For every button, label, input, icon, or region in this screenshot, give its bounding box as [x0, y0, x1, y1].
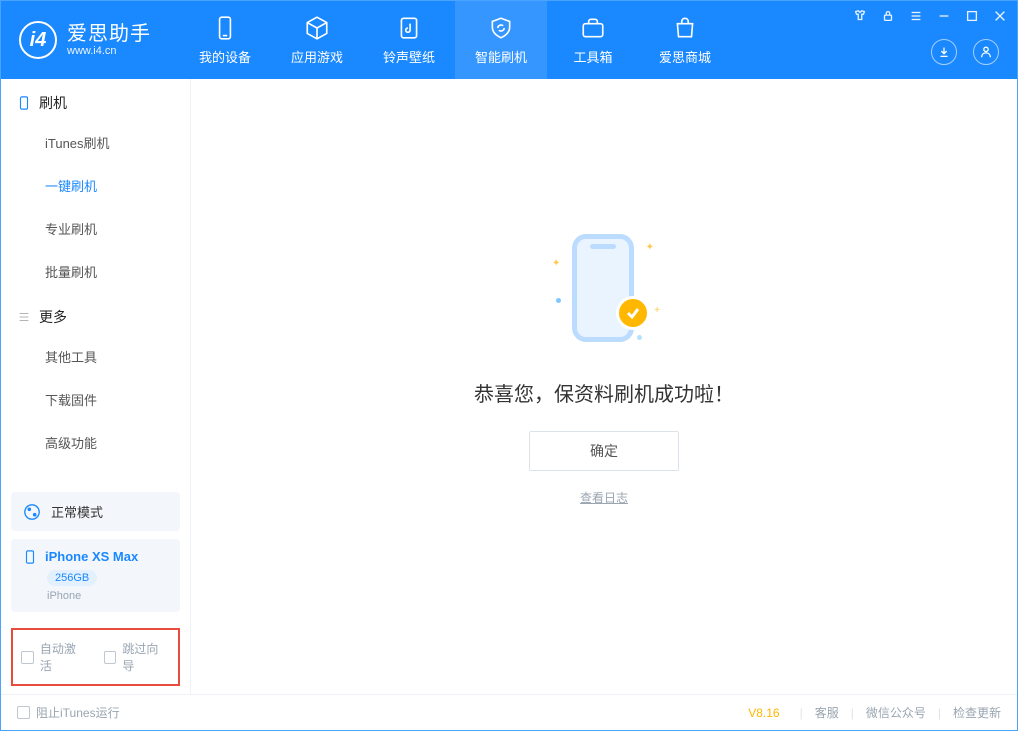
nav-store[interactable]: 爱思商城 [639, 1, 731, 79]
refresh-shield-icon [488, 15, 514, 41]
device-card[interactable]: iPhone XS Max 256GB iPhone [11, 539, 180, 612]
checkbox-box-icon [104, 651, 117, 664]
nav-smart-flash[interactable]: 智能刷机 [455, 1, 547, 79]
sparkle-icon: + [654, 305, 660, 316]
window-controls [853, 9, 1007, 23]
phone-icon [212, 15, 238, 41]
dot-icon [556, 298, 561, 303]
checkbox-label: 自动激活 [40, 640, 88, 674]
sparkle-icon: ✦ [646, 242, 654, 253]
minimize-icon[interactable] [937, 9, 951, 23]
sidebar-item-download-firmware[interactable]: 下载固件 [1, 378, 190, 421]
list-icon [17, 310, 31, 324]
close-icon[interactable] [993, 9, 1007, 23]
view-log-link[interactable]: 查看日志 [580, 489, 628, 506]
logo-area: i4 爱思助手 www.i4.cn [1, 1, 169, 79]
checkbox-label: 阻止iTunes运行 [36, 704, 120, 721]
sidebar: 刷机 iTunes刷机 一键刷机 专业刷机 批量刷机 更多 其他工具 下载固件 … [1, 79, 191, 694]
main-nav: 我的设备 应用游戏 铃声壁纸 智能刷机 工具箱 爱思商城 [179, 1, 731, 79]
app-body: 刷机 iTunes刷机 一键刷机 专业刷机 批量刷机 更多 其他工具 下载固件 … [1, 79, 1017, 694]
checkbox-box-icon [21, 651, 34, 664]
sparkle-icon: ✦ [552, 258, 560, 269]
toolbox-icon [580, 15, 606, 41]
device-type: iPhone [47, 590, 168, 602]
section-title: 更多 [39, 307, 67, 327]
cube-icon [304, 15, 330, 41]
checkmark-badge-icon [616, 296, 650, 330]
menu-icon[interactable] [909, 9, 923, 23]
highlighted-options-row: 自动激活 跳过向导 [11, 628, 180, 686]
mode-label: 正常模式 [51, 502, 103, 521]
footer-link-support[interactable]: 客服 [815, 704, 839, 721]
user-icon[interactable] [973, 39, 999, 65]
nav-label: 工具箱 [573, 47, 612, 66]
download-icon[interactable] [931, 39, 957, 65]
main-content: ✦ ✦ + 恭喜您，保资料刷机成功啦！ 确定 查看日志 [191, 79, 1017, 694]
version-label: V8.16 [748, 706, 779, 720]
section-title: 刷机 [39, 93, 67, 113]
checkbox-block-itunes[interactable]: 阻止iTunes运行 [17, 704, 120, 721]
app-url: www.i4.cn [67, 45, 151, 57]
sidebar-item-advanced[interactable]: 高级功能 [1, 421, 190, 464]
ok-button[interactable]: 确定 [529, 431, 679, 471]
nav-label: 应用游戏 [291, 47, 343, 66]
header-right-icons [931, 39, 999, 65]
bag-icon [672, 15, 698, 41]
nav-ringtone-wallpaper[interactable]: 铃声壁纸 [363, 1, 455, 79]
status-bar: 阻止iTunes运行 V8.16 | 客服 | 微信公众号 | 检查更新 [1, 694, 1017, 730]
phone-small-icon [17, 96, 31, 110]
dot-icon [637, 335, 642, 340]
device-capacity: 256GB [47, 570, 97, 586]
nav-label: 我的设备 [199, 47, 251, 66]
sidebar-section-more: 更多 [1, 293, 190, 335]
sidebar-section-flash: 刷机 [1, 79, 190, 121]
success-illustration: ✦ ✦ + [544, 228, 664, 348]
device-phone-icon [23, 550, 37, 564]
footer-link-wechat[interactable]: 微信公众号 [866, 704, 926, 721]
lock-icon[interactable] [881, 9, 895, 23]
logo-icon: i4 [19, 21, 57, 59]
sidebar-item-oneclick-flash[interactable]: 一键刷机 [1, 164, 190, 207]
sidebar-item-itunes-flash[interactable]: iTunes刷机 [1, 121, 190, 164]
nav-apps-games[interactable]: 应用游戏 [271, 1, 363, 79]
music-file-icon [396, 15, 422, 41]
nav-label: 爱思商城 [659, 47, 711, 66]
checkbox-box-icon [17, 706, 30, 719]
maximize-icon[interactable] [965, 9, 979, 23]
mode-icon [23, 503, 41, 521]
checkbox-label: 跳过向导 [122, 640, 170, 674]
nav-label: 铃声壁纸 [383, 47, 435, 66]
nav-my-device[interactable]: 我的设备 [179, 1, 271, 79]
sidebar-item-batch-flash[interactable]: 批量刷机 [1, 250, 190, 293]
app-title: 爱思助手 [67, 23, 151, 45]
device-name: iPhone XS Max [45, 549, 138, 564]
tshirt-icon[interactable] [853, 9, 867, 23]
mode-card[interactable]: 正常模式 [11, 492, 180, 531]
app-header: i4 爱思助手 www.i4.cn 我的设备 应用游戏 铃声壁纸 智能刷机 工具… [1, 1, 1017, 79]
checkbox-skip-guide[interactable]: 跳过向导 [104, 640, 171, 674]
footer-link-update[interactable]: 检查更新 [953, 704, 1001, 721]
nav-label: 智能刷机 [475, 47, 527, 66]
checkbox-auto-activate[interactable]: 自动激活 [21, 640, 88, 674]
sidebar-item-pro-flash[interactable]: 专业刷机 [1, 207, 190, 250]
nav-toolbox[interactable]: 工具箱 [547, 1, 639, 79]
success-message: 恭喜您，保资料刷机成功啦！ [474, 378, 734, 407]
sidebar-item-other-tools[interactable]: 其他工具 [1, 335, 190, 378]
